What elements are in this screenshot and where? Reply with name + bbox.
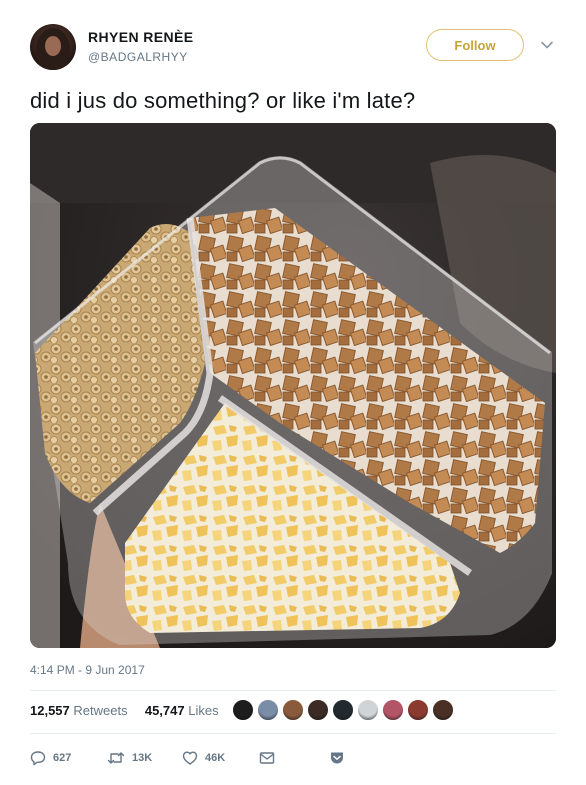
likes-count[interactable]: 45,747 <box>145 703 185 718</box>
author-display-name[interactable]: RHYEN RENÈE <box>88 29 194 45</box>
retweet-count: 13K <box>132 752 153 764</box>
author-handle[interactable]: @BADGALRHYY <box>88 50 188 64</box>
retweets-label[interactable]: Retweets <box>73 703 127 718</box>
reply-icon <box>30 751 46 766</box>
tweet-photo[interactable] <box>30 123 556 648</box>
tweet-text: did i jus do something? or like i'm late… <box>30 88 416 113</box>
liker-avatar[interactable] <box>432 699 454 721</box>
reply-count: 627 <box>53 752 72 764</box>
follow-button[interactable]: Follow <box>426 29 524 61</box>
liker-avatar[interactable] <box>257 699 279 721</box>
liker-avatar[interactable] <box>232 699 254 721</box>
chevron-down-icon[interactable] <box>540 38 554 52</box>
like-count: 46K <box>205 752 226 764</box>
retweet-button[interactable]: 13K <box>107 750 182 766</box>
retweets-count[interactable]: 12,557 <box>30 703 70 718</box>
pocket-icon <box>331 752 343 764</box>
avatar-face <box>45 36 61 56</box>
liker-avatars <box>232 699 457 723</box>
like-button[interactable]: 46K <box>182 750 259 766</box>
heart-icon <box>182 751 198 765</box>
tweet-stats: 12,557 Retweets 45,747 Likes <box>30 703 219 718</box>
direct-message-button[interactable] <box>259 751 329 765</box>
tweet-actions: 627 13K 46K <box>30 748 345 768</box>
tweet-header: RHYEN RENÈE @BADGALRHYY Follow <box>30 24 560 74</box>
cereal-container-image <box>30 123 556 648</box>
liker-avatar[interactable] <box>332 699 354 721</box>
liker-avatar[interactable] <box>407 699 429 721</box>
reply-button[interactable]: 627 <box>30 750 107 766</box>
tweet-timestamp[interactable]: 4:14 PM - 9 Jun 2017 <box>30 663 145 677</box>
mail-icon <box>259 752 275 764</box>
avatar[interactable] <box>30 24 76 70</box>
likes-label[interactable]: Likes <box>188 703 218 718</box>
liker-avatar[interactable] <box>357 699 379 721</box>
divider <box>30 733 556 734</box>
divider <box>30 690 556 691</box>
pocket-button[interactable] <box>329 750 345 766</box>
liker-avatar[interactable] <box>282 699 304 721</box>
retweet-icon <box>107 752 125 764</box>
liker-avatar[interactable] <box>382 699 404 721</box>
liker-avatar[interactable] <box>307 699 329 721</box>
